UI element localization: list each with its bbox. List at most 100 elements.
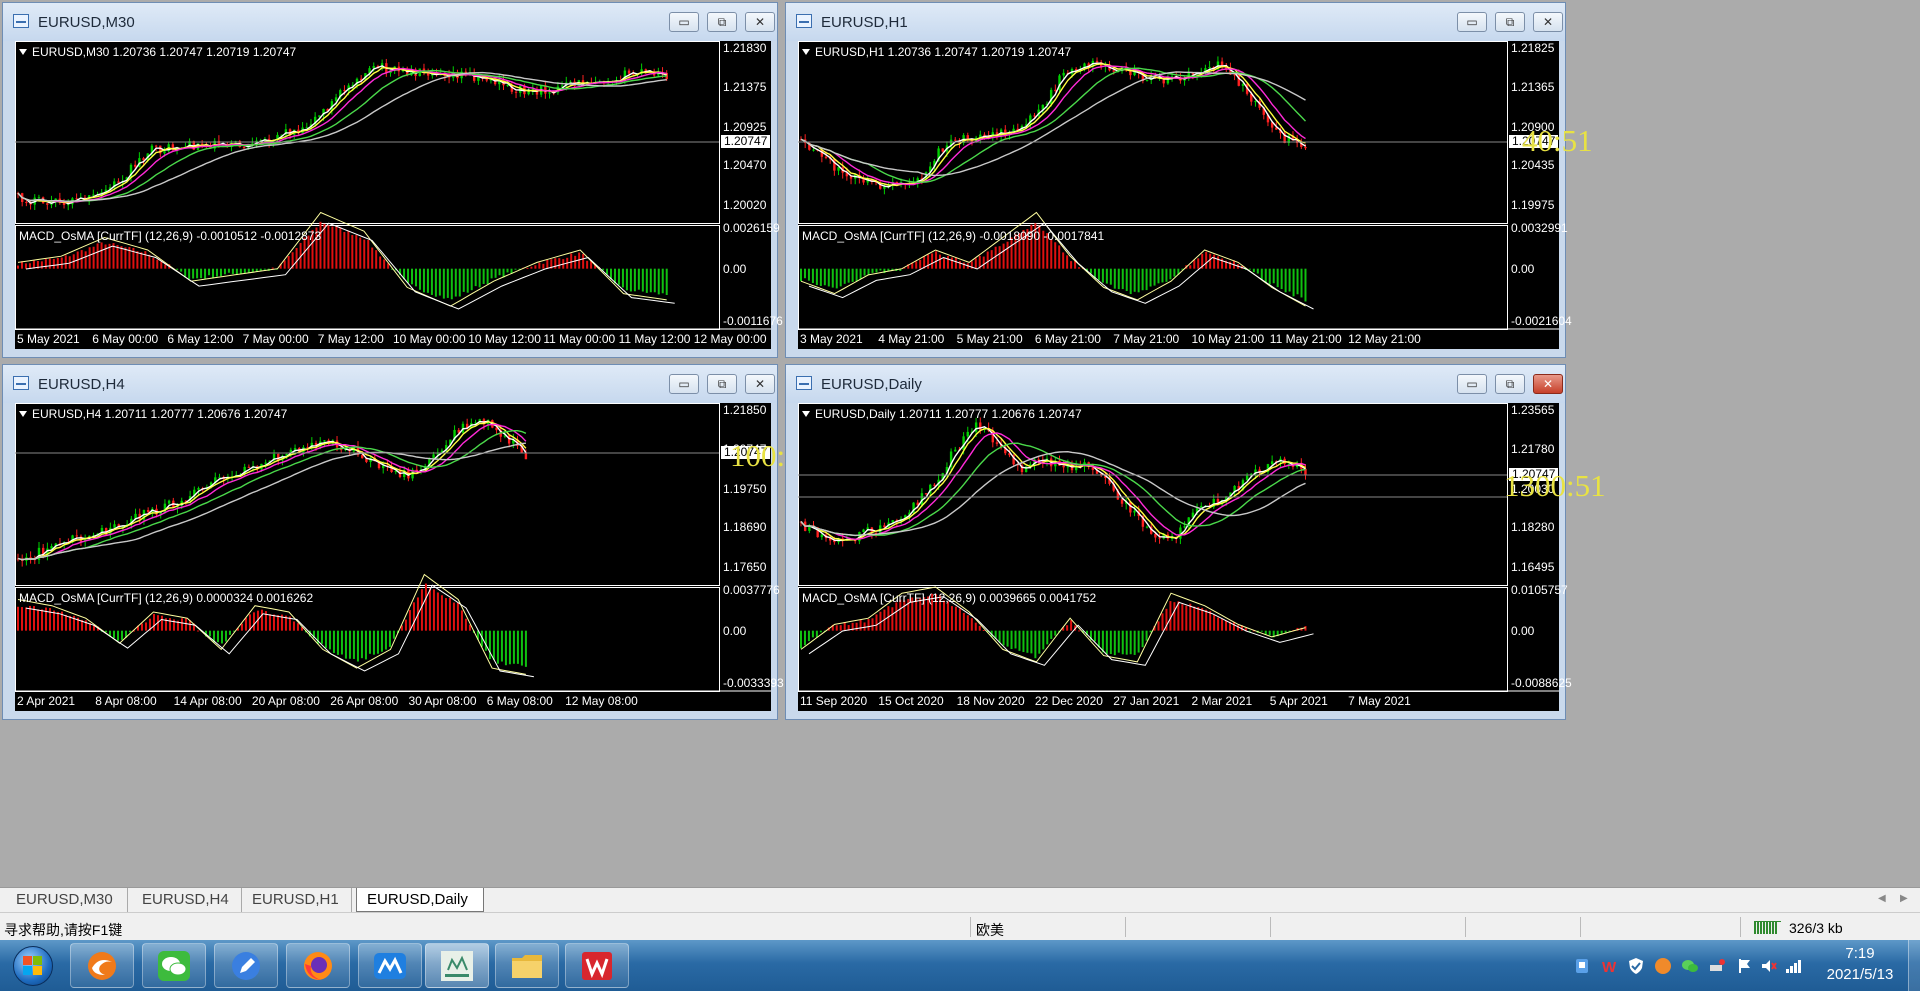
- macd-histogram-bar: [351, 235, 354, 269]
- chart-area[interactable]: EURUSD,M30 1.20736 1.20747 1.20719 1.207…: [15, 41, 783, 349]
- tab-eurusd-h4[interactable]: EURUSD,H4: [132, 888, 242, 912]
- maximize-button[interactable]: ⧉: [707, 374, 737, 394]
- maximize-button[interactable]: ⧉: [1495, 12, 1525, 32]
- candle-body: [218, 476, 221, 478]
- collapse-triangle-icon[interactable]: [19, 49, 27, 55]
- macd-histogram-bar: [422, 268, 425, 293]
- macd-histogram-bar: [831, 268, 834, 288]
- show-desktop-button[interactable]: [1908, 940, 1920, 991]
- minimize-button[interactable]: ▭: [1457, 12, 1487, 32]
- chart-window-h4[interactable]: EURUSD,H4 ▭ ⧉ ✕ EURUSD,H4 1.20711 1.20777 1.…: [2, 364, 816, 720]
- wechat-icon: [158, 951, 190, 981]
- macd-histogram-bar: [815, 630, 818, 638]
- window-title: EURUSD,H4: [38, 376, 125, 393]
- taskbar-browser-swirl[interactable]: [70, 943, 134, 988]
- tray-network-icon[interactable]: [1708, 957, 1726, 975]
- tray-orange-icon[interactable]: [1654, 957, 1672, 975]
- close-button[interactable]: ✕: [745, 374, 775, 394]
- minimize-button[interactable]: ▭: [669, 374, 699, 394]
- tray-wechat-icon[interactable]: [1681, 957, 1699, 975]
- tray-wps-icon[interactable]: W: [1600, 957, 1618, 975]
- candle-body: [113, 524, 116, 528]
- tray-signal-icon[interactable]: [1785, 957, 1803, 975]
- macd-histogram-bar: [52, 258, 55, 269]
- macd-histogram-bar: [271, 267, 274, 269]
- macd-histogram-bar: [943, 257, 946, 269]
- macd-histogram-bar: [56, 257, 59, 269]
- macd-histogram-bar: [1141, 268, 1144, 291]
- window-titlebar[interactable]: EURUSD,M30 ▭ ⧉ ✕: [3, 3, 777, 41]
- tray-volume-icon[interactable]: [1760, 957, 1778, 975]
- tab-eurusd-daily[interactable]: EURUSD,Daily: [356, 888, 484, 912]
- folder-icon: [512, 955, 542, 978]
- chart-window-m30[interactable]: EURUSD,M30 ▭ ⧉ ✕ EURUSD,M30 1.20736 1.20747 …: [2, 2, 783, 358]
- macd-histogram-bar: [800, 268, 802, 282]
- minimize-button[interactable]: ▭: [669, 12, 699, 32]
- tab-scroll-left-icon[interactable]: ◀: [1878, 893, 1886, 904]
- maximize-button[interactable]: ⧉: [1495, 374, 1525, 394]
- macd-histogram-bar: [1268, 630, 1271, 636]
- close-button[interactable]: ✕: [1533, 374, 1563, 394]
- tab-eurusd-m30[interactable]: EURUSD,M30: [6, 888, 128, 912]
- start-button[interactable]: [6, 944, 64, 988]
- collapse-triangle-icon[interactable]: [802, 411, 810, 417]
- window-titlebar[interactable]: EURUSD,Daily ▭ ⧉ ✕: [786, 365, 1565, 403]
- macd-histogram-bar: [875, 268, 878, 273]
- candle-body: [954, 139, 957, 141]
- time-axis-tick: 7 May 00:00: [242, 332, 309, 346]
- maximize-button[interactable]: ⧉: [707, 12, 737, 32]
- macd-histogram-bar: [1260, 268, 1263, 280]
- macd-histogram-bar: [36, 609, 39, 631]
- taskbar-clock[interactable]: 7:19 2021/5/13: [1820, 943, 1900, 985]
- close-button[interactable]: ✕: [745, 12, 775, 32]
- macd-histogram-bar: [339, 227, 342, 269]
- tray-flag-icon[interactable]: [1735, 957, 1753, 975]
- symbol-info-text: EURUSD,M30 1.20736 1.20747 1.20719 1.207…: [32, 45, 297, 59]
- tray-shield-icon[interactable]: [1573, 957, 1591, 975]
- chart-tab-bar: EURUSD,M30 EURUSD,H4 EURUSD,H1 EURUSD,Da…: [0, 887, 1920, 912]
- macd-histogram-bar: [950, 257, 953, 269]
- macd-histogram-bar: [815, 268, 818, 286]
- collapse-triangle-icon[interactable]: [802, 49, 810, 55]
- tab-eurusd-h1[interactable]: EURUSD,H1: [242, 888, 352, 912]
- macd-histogram-bar: [978, 625, 981, 631]
- tab-scroll-right-icon[interactable]: ▶: [1900, 893, 1908, 904]
- ma-magenta-line: [800, 432, 1306, 541]
- macd-histogram-bar: [392, 630, 395, 639]
- macd-histogram-bar: [879, 611, 882, 631]
- macd-histogram-bar: [859, 619, 862, 631]
- taskbar-mt4-app[interactable]: [425, 943, 489, 988]
- window-titlebar[interactable]: EURUSD,H1 ▭ ⧉ ✕: [786, 3, 1565, 41]
- macd-histogram-bar: [243, 268, 246, 274]
- taskbar-wps[interactable]: [565, 943, 629, 988]
- status-profile[interactable]: 欧美: [976, 920, 1004, 940]
- taskbar-wechat[interactable]: [142, 943, 206, 988]
- symbol-info-label: EURUSD,M30 1.20736 1.20747 1.20719 1.207…: [19, 45, 296, 59]
- taskbar-mt-chart[interactable]: [358, 943, 422, 988]
- macd-histogram-bar: [943, 600, 946, 631]
- taskbar-notes[interactable]: [214, 943, 278, 988]
- chart-window-h1[interactable]: EURUSD,H1 ▭ ⧉ ✕ EURUSD,H1 1.20736 1.20747 1.…: [785, 2, 1593, 358]
- macd-histogram-bar: [215, 268, 218, 277]
- macd-histogram-bar: [1129, 268, 1132, 295]
- macd-histogram-bar: [92, 246, 95, 269]
- macd-histogram-bar: [958, 261, 961, 269]
- chart-area[interactable]: EURUSD,H4 1.20711 1.20777 1.20676 1.2074…: [15, 403, 816, 711]
- taskbar-firefox[interactable]: [286, 943, 350, 988]
- macd-histogram-bar: [164, 264, 167, 269]
- window-titlebar[interactable]: EURUSD,H4 ▭ ⧉ ✕: [3, 365, 777, 403]
- chart-area[interactable]: EURUSD,Daily 1.20711 1.20777 1.20676 1.2…: [798, 403, 1606, 711]
- taskbar-file-explorer[interactable]: [495, 943, 559, 988]
- chart-area[interactable]: EURUSD,H1 1.20736 1.20747 1.20719 1.2074…: [798, 41, 1593, 349]
- macd-histogram-bar: [1193, 259, 1196, 269]
- macd-histogram-bar: [633, 268, 636, 292]
- candle-body: [1037, 459, 1040, 461]
- chart-window-daily[interactable]: EURUSD,Daily ▭ ⧉ ✕ EURUSD,Daily 1.20711 1.20…: [785, 364, 1606, 720]
- minimize-button[interactable]: ▭: [1457, 374, 1487, 394]
- candle-body: [954, 449, 957, 452]
- macd-histogram-bar: [1002, 243, 1005, 269]
- macd-histogram-bar: [360, 630, 363, 659]
- tray-security-icon[interactable]: [1627, 957, 1645, 975]
- collapse-triangle-icon[interactable]: [19, 411, 27, 417]
- close-button[interactable]: ✕: [1533, 12, 1563, 32]
